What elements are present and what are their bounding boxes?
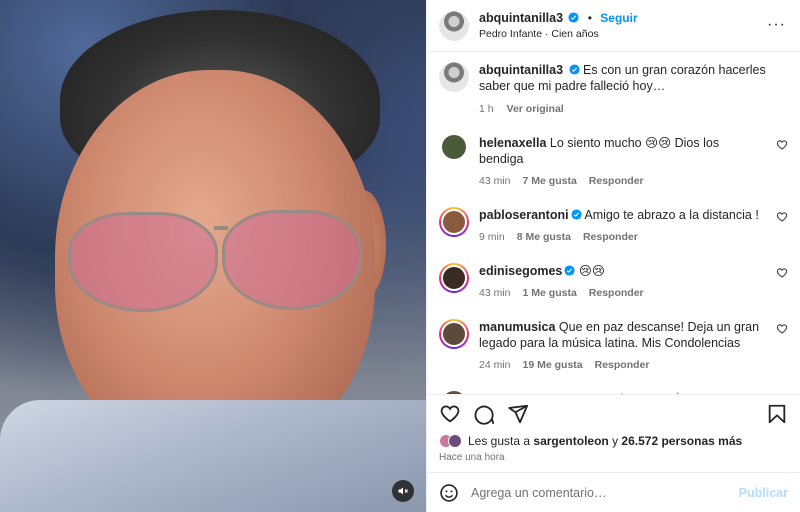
verified-badge-icon [564, 265, 575, 276]
more-options-icon[interactable]: ··· [767, 16, 786, 34]
post-header: abquintanilla3 • Seguir Pedro Infante · … [427, 0, 800, 52]
comment-time: 9 min [479, 231, 505, 243]
commenter-avatar[interactable] [439, 207, 469, 237]
likes-user[interactable]: sargentoleon [533, 434, 608, 448]
author-username[interactable]: abquintanilla3 [479, 11, 563, 25]
comment-meta: 24 min 19 Me gusta Responder [479, 357, 766, 373]
reply-button[interactable]: Responder [589, 287, 644, 299]
caption-avatar[interactable] [439, 62, 469, 92]
comment-body: edinisegomes 😢😢 43 min 1 Me gusta Responder [479, 263, 766, 301]
comment-likes[interactable]: 8 Me gusta [517, 231, 571, 243]
save-bookmark-icon[interactable] [766, 403, 788, 425]
comment-like-heart-icon[interactable] [776, 139, 788, 151]
comment-username[interactable]: helenaxella [479, 136, 546, 150]
action-bar [427, 394, 800, 432]
comment-like-heart-icon[interactable] [776, 211, 788, 223]
comment-username[interactable]: edinisegomes [479, 264, 562, 278]
comment-item: edinisegomes 😢😢 43 min 1 Me gusta Responder [439, 263, 788, 301]
verified-badge-icon [568, 12, 579, 23]
comment-like-heart-icon[interactable] [776, 323, 788, 335]
comment-likes[interactable]: 19 Me gusta [523, 359, 583, 371]
comment-like-heart-icon[interactable] [776, 267, 788, 279]
follow-button[interactable]: Seguir [600, 11, 637, 25]
comment-username[interactable]: pabloserantoni [479, 208, 569, 222]
likes-summary: Les gusta a sargentoleon y 26.572 person… [427, 432, 800, 450]
verified-badge-icon [568, 64, 580, 75]
post-side-panel: abquintanilla3 • Seguir Pedro Infante · … [426, 0, 800, 512]
comment-likes[interactable]: 1 Me gusta [523, 287, 577, 299]
comment-text: 😢😢 [578, 264, 605, 278]
likes-middle: y [608, 434, 622, 448]
media-glasses-bridge [214, 226, 228, 230]
media-glasses-lens-left [68, 212, 218, 312]
reply-button[interactable]: Responder [589, 175, 644, 187]
emoji-icon[interactable] [439, 483, 459, 503]
header-dot: • [587, 11, 592, 25]
speaker-muted-icon [398, 487, 408, 495]
comments-scroll-area[interactable]: abquintanilla3 Es con un gran corazón ha… [427, 52, 800, 394]
mute-button[interactable] [392, 480, 414, 502]
author-avatar[interactable] [439, 10, 469, 41]
comment-item: manumusica Que en paz descanse! Deja un … [439, 319, 788, 373]
post-media[interactable] [0, 0, 426, 512]
comment-time: 43 min [479, 287, 511, 299]
comment-body: helenaxella Lo siento mucho 😢😢 Dios los … [479, 135, 766, 189]
commenter-avatar[interactable] [439, 319, 469, 349]
likes-prefix: Les gusta a [468, 434, 534, 448]
likes-count[interactable]: 26.572 personas más [621, 434, 742, 448]
caption-body: abquintanilla3 Es con un gran corazón ha… [479, 62, 788, 117]
verified-badge-icon [571, 209, 582, 220]
comment-likes[interactable]: 7 Me gusta [523, 175, 577, 187]
media-glasses-lens-right [222, 210, 362, 310]
see-original-link[interactable]: Ver original [507, 103, 564, 115]
commenter-avatar-image [441, 321, 467, 347]
comment-meta: 43 min 7 Me gusta Responder [479, 173, 766, 189]
comment-item: helenaxella Lo siento mucho 😢😢 Dios los … [439, 135, 788, 189]
media-shirt [0, 400, 426, 512]
share-icon[interactable] [507, 403, 529, 425]
comments-list: helenaxella Lo siento mucho 😢😢 Dios los … [439, 135, 788, 394]
comment-item: pabloserantoni Amigo te abrazo a la dist… [439, 207, 788, 245]
caption-time: 1 h [479, 103, 494, 115]
comment-text: Amigo te abrazo a la distancia ! [584, 208, 759, 222]
comment-icon[interactable] [473, 403, 495, 425]
comment-time: 43 min [479, 175, 511, 187]
likes-text[interactable]: Les gusta a sargentoleon y 26.572 person… [468, 434, 742, 448]
publish-button[interactable]: Publicar [739, 486, 788, 500]
like-heart-icon[interactable] [439, 403, 461, 425]
comment-meta: 9 min 8 Me gusta Responder [479, 229, 766, 245]
commenter-avatar-image [441, 209, 467, 235]
comment-meta: 43 min 1 Me gusta Responder [479, 285, 766, 301]
instagram-post-view: abquintanilla3 • Seguir Pedro Infante · … [0, 0, 800, 512]
commenter-avatar[interactable] [442, 135, 466, 159]
comment-body: pabloserantoni Amigo te abrazo a la dist… [479, 207, 766, 245]
commenter-avatar-image [441, 265, 467, 291]
comment-username[interactable]: manumusica [479, 320, 555, 334]
liker-avatar [448, 434, 462, 448]
reply-button[interactable]: Responder [595, 359, 650, 371]
post-caption: abquintanilla3 Es con un gran corazón ha… [439, 62, 788, 117]
comment-body: manumusica Que en paz descanse! Deja un … [479, 319, 766, 373]
header-info: abquintanilla3 • Seguir Pedro Infante · … [479, 11, 638, 40]
audio-subtitle[interactable]: Pedro Infante · Cien años [479, 28, 638, 40]
commenter-avatar[interactable] [439, 263, 469, 293]
comment-composer: Agrega un comentario… Publicar [427, 472, 800, 512]
caption-username[interactable]: abquintanilla3 [479, 63, 563, 77]
caption-meta: 1 h Ver original [479, 101, 788, 117]
reply-button[interactable]: Responder [583, 231, 638, 243]
comment-time: 24 min [479, 359, 511, 371]
comment-input[interactable]: Agrega un comentario… [471, 486, 607, 500]
post-time: Hace una hora [439, 452, 505, 463]
